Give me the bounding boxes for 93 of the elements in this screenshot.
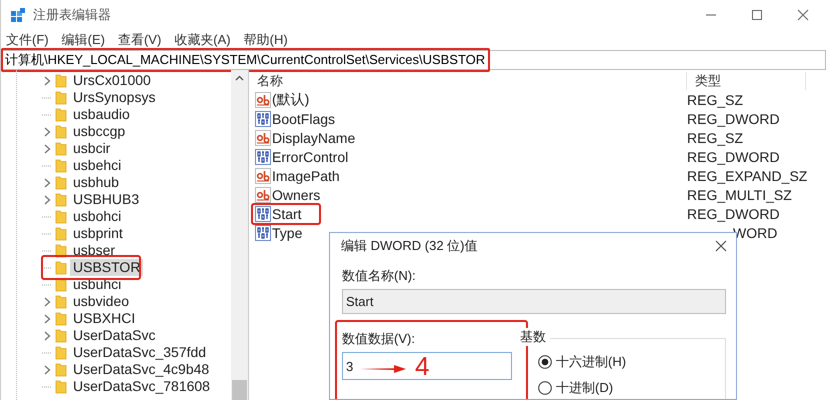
- dialog-title: 编辑 DWORD (32 位)值: [341, 237, 478, 255]
- folder-icon: [55, 362, 67, 376]
- radio-button[interactable]: [538, 355, 552, 369]
- tree-item[interactable]: usbser: [70, 242, 118, 259]
- value-type: REG_SZ: [687, 92, 744, 108]
- close-icon[interactable]: [715, 240, 727, 252]
- menu-item[interactable]: 查看(V): [118, 31, 162, 49]
- radio-label[interactable]: 十六进制(H): [556, 353, 626, 371]
- tree-item[interactable]: USBXHCI: [70, 310, 138, 327]
- maximize-icon[interactable]: [751, 9, 763, 21]
- column-header[interactable]: 类型: [687, 72, 806, 90]
- chevron-icon[interactable]: [44, 296, 50, 306]
- value-name[interactable]: Type: [272, 224, 302, 240]
- tree-item[interactable]: UrsCx01000: [70, 72, 154, 89]
- chevron-icon[interactable]: [44, 126, 50, 136]
- column-header[interactable]: 名称: [249, 72, 687, 90]
- folder-icon: [55, 210, 67, 224]
- field-label: 数值数据(V):: [342, 330, 416, 348]
- chevron-icon[interactable]: [44, 178, 50, 188]
- menu-item[interactable]: 收藏夹(A): [174, 31, 231, 49]
- value-type: REG_EXPAND_SZ: [687, 168, 806, 184]
- folder-icon: [55, 226, 67, 240]
- radio-button[interactable]: [538, 381, 552, 395]
- string-value-icon: [255, 92, 271, 108]
- tree-item[interactable]: usbehci: [70, 157, 124, 174]
- folder-icon: [55, 124, 67, 138]
- folder-icon: [55, 90, 67, 104]
- chevron-icon[interactable]: [44, 144, 50, 154]
- value-type: REG_DWORD: [687, 206, 781, 222]
- tree-item[interactable]: UserDataSvc: [70, 327, 158, 344]
- chevron-icon[interactable]: [44, 76, 50, 86]
- binary-value-icon: [255, 148, 271, 164]
- tree-item[interactable]: USBHUB3: [70, 191, 142, 208]
- folder-icon: [55, 380, 67, 394]
- field-label: 数值名称(N):: [342, 267, 417, 285]
- menu-item[interactable]: 编辑(E): [62, 31, 105, 49]
- value-name-field[interactable]: Start: [342, 289, 726, 314]
- folder-icon: [55, 74, 67, 88]
- value-name[interactable]: (默认): [272, 90, 310, 108]
- folder-icon: [55, 312, 67, 326]
- tree-item[interactable]: UserDataSvc_4c9b48: [70, 361, 212, 378]
- folder-icon: [55, 108, 67, 122]
- binary-value-icon: [255, 110, 271, 126]
- tree-item[interactable]: usbccgp: [70, 123, 128, 140]
- tree-item[interactable]: UserDataSvc_357fdd: [70, 344, 210, 361]
- tree-item[interactable]: USBSTOR: [70, 259, 144, 276]
- tree-item[interactable]: UserDataSvc_781608: [70, 378, 213, 395]
- tree-item[interactable]: usbaudio: [70, 106, 133, 123]
- folder-icon: [55, 346, 67, 360]
- value-name[interactable]: Owners: [272, 186, 320, 202]
- chevron-icon[interactable]: [44, 364, 50, 374]
- menu-item[interactable]: 帮助(H): [244, 31, 288, 49]
- folder-icon: [55, 260, 67, 274]
- value-type: REG_DWORD: [687, 148, 781, 164]
- value-name[interactable]: ErrorControl: [272, 148, 348, 164]
- folder-icon: [55, 328, 67, 342]
- string-value-icon: [255, 130, 271, 146]
- close-icon[interactable]: [797, 9, 809, 21]
- radio-label[interactable]: 十进制(D): [556, 379, 614, 397]
- value-name[interactable]: ImagePath: [272, 168, 340, 184]
- chevron-icon[interactable]: [44, 194, 50, 204]
- value-name[interactable]: BootFlags: [272, 110, 336, 126]
- tree-item[interactable]: usbuhci: [70, 276, 124, 293]
- chevron-icon[interactable]: [44, 314, 50, 324]
- value-name[interactable]: DisplayName: [272, 130, 356, 146]
- folder-icon: [55, 142, 67, 156]
- tree-item[interactable]: usbhub: [70, 174, 122, 191]
- window-title: 注册表编辑器: [33, 6, 111, 24]
- menu-item[interactable]: 文件(F): [6, 31, 49, 49]
- binary-value-icon: [255, 206, 271, 222]
- tree-item[interactable]: usbprint: [70, 225, 126, 242]
- scrollbar-thumb[interactable]: [232, 380, 247, 400]
- chevron-icon[interactable]: [44, 330, 50, 340]
- folder-icon: [55, 176, 67, 190]
- folder-icon: [55, 192, 67, 206]
- tree-item[interactable]: usbvideo: [70, 293, 132, 310]
- folder-icon: [55, 158, 67, 172]
- value-type: REG_MULTI_SZ: [687, 186, 793, 202]
- value-name[interactable]: Start: [272, 206, 302, 222]
- string-value-icon: [255, 186, 271, 202]
- binary-value-icon: [255, 224, 271, 240]
- folder-icon: [55, 244, 67, 258]
- tree-item[interactable]: UrsSynopsys: [70, 89, 158, 106]
- group-label: 基数: [520, 328, 550, 346]
- tree-item[interactable]: usbcir: [70, 140, 114, 157]
- value-type: REG_DWORD: [687, 110, 781, 126]
- registry-icon: [11, 8, 25, 22]
- annotation-text: 4: [415, 352, 430, 380]
- string-value-icon: [255, 168, 271, 184]
- address-field[interactable]: 计算机\HKEY_LOCAL_MACHINE\SYSTEM\CurrentControlSet\Services\USBSTOR: [1, 50, 826, 70]
- folder-icon: [55, 294, 67, 308]
- tree-item[interactable]: usbohci: [70, 208, 124, 225]
- value-type: REG_SZ: [687, 130, 744, 146]
